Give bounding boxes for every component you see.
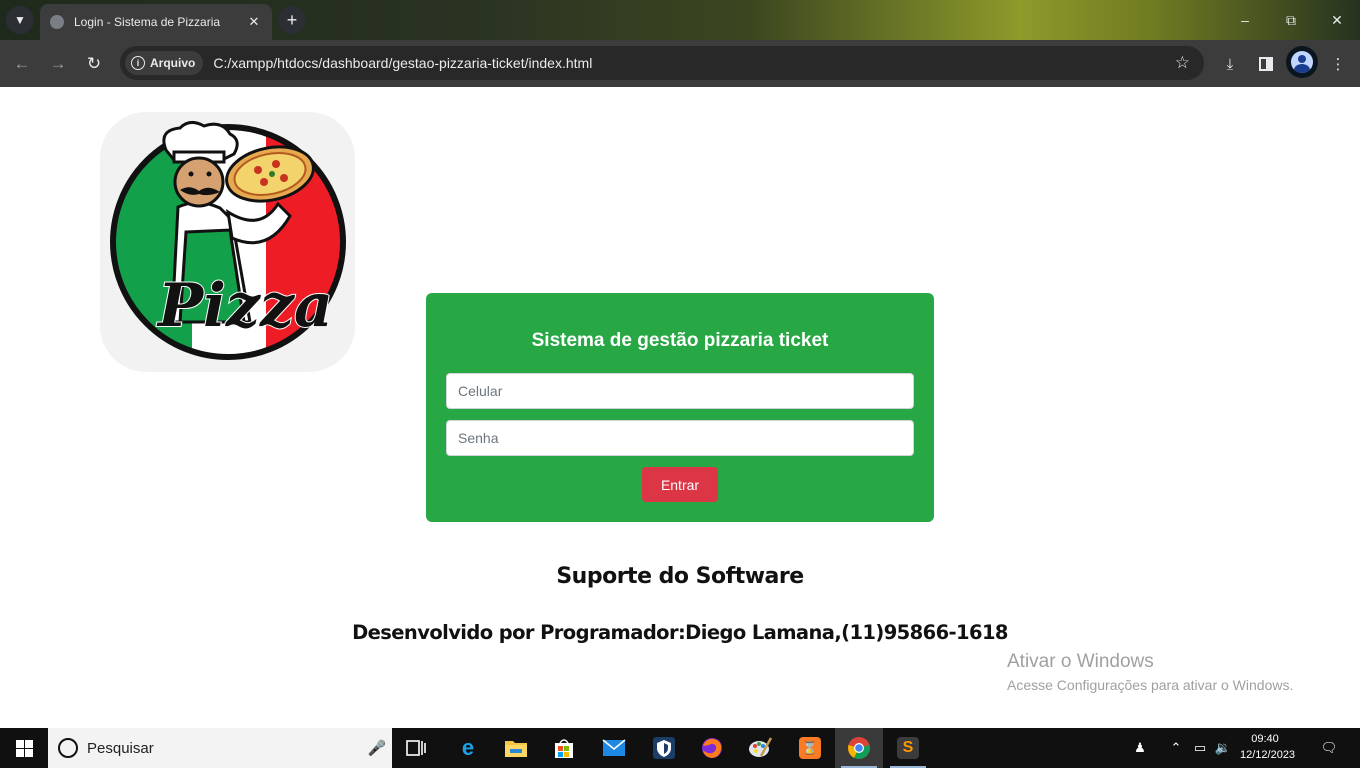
volume-icon[interactable]: 🔉 <box>1212 728 1234 768</box>
site-info-chip[interactable]: i Arquivo <box>125 51 204 75</box>
taskbar-app-sublime[interactable]: S <box>884 728 932 768</box>
network-icon[interactable]: ▭ <box>1190 728 1210 768</box>
password-input[interactable] <box>446 420 914 456</box>
taskbar-app-edge[interactable]: e <box>444 728 492 768</box>
folder-icon <box>505 741 527 757</box>
close-window-icon[interactable]: ✕ <box>1314 0 1360 40</box>
taskbar-app-xampp[interactable]: ⌛ <box>786 728 834 768</box>
star-icon[interactable]: ☆ <box>1175 53 1190 73</box>
globe-icon <box>50 15 64 29</box>
taskbar-app-chrome[interactable] <box>835 728 883 768</box>
browser-toolbar: ← → ↻ i Arquivo C:/xampp/htdocs/dashboar… <box>0 40 1360 87</box>
taskbar-app-store[interactable] <box>540 728 588 768</box>
shield-icon <box>653 737 675 759</box>
chevron-up-icon[interactable]: ⌃ <box>1166 728 1186 768</box>
taskbar: Pesquisar 🎤 e ⌛ S ♟ ⌃ ▭ 🔉 09:40 12/12/20… <box>0 728 1360 768</box>
windows-logo-icon <box>15 739 33 757</box>
clock-time: 09:40 <box>1251 733 1279 745</box>
download-icon[interactable]: ⤓ <box>1216 50 1244 78</box>
pizza-logo: Pizza <box>100 112 355 372</box>
sublime-text-icon: S <box>897 737 919 759</box>
store-icon <box>555 739 573 758</box>
window-controls: – ⧉ ✕ <box>1222 0 1360 40</box>
firefox-icon <box>702 738 722 758</box>
taskbar-app-paint[interactable] <box>736 728 784 768</box>
browser-titlebar: ▼ Login - Sistema de Pizzaria ✕ + – ⧉ ✕ <box>0 0 1360 40</box>
address-bar[interactable]: i Arquivo C:/xampp/htdocs/dashboard/gest… <box>120 46 1204 80</box>
back-arrow-icon[interactable]: ← <box>8 50 36 78</box>
activation-watermark-title: Ativar o Windows <box>1007 651 1154 672</box>
paint-palette-icon <box>749 737 772 757</box>
chrome-icon <box>848 737 870 759</box>
side-panel-icon[interactable] <box>1252 50 1280 78</box>
taskbar-search[interactable]: Pesquisar 🎤 <box>48 728 392 768</box>
site-info-label: Arquivo <box>150 56 196 70</box>
notification-icon[interactable]: 🗨 <box>1314 728 1344 768</box>
forward-arrow-icon[interactable]: → <box>44 50 72 78</box>
close-icon[interactable]: ✕ <box>246 14 262 30</box>
login-title: Sistema de gestão pizzaria ticket <box>531 330 829 351</box>
mail-icon <box>602 739 626 756</box>
phone-input[interactable] <box>446 373 914 409</box>
people-icon[interactable]: ♟ <box>1128 728 1152 768</box>
reload-icon[interactable]: ↻ <box>80 50 108 78</box>
support-title: Suporte do Software <box>556 564 804 589</box>
support-developer: Desenvolvido por Programador:Diego Laman… <box>352 621 1008 644</box>
browser-tab[interactable]: Login - Sistema de Pizzaria ✕ <box>40 4 272 40</box>
microphone-icon[interactable]: 🎤 <box>362 739 392 757</box>
taskbar-app-mail[interactable] <box>590 728 638 768</box>
info-icon: i <box>131 56 145 70</box>
taskbar-app-explorer[interactable] <box>492 728 540 768</box>
plus-icon: + <box>286 9 298 30</box>
profile-avatar[interactable] <box>1286 46 1318 78</box>
tab-search-button[interactable]: ▼ <box>6 6 34 34</box>
login-card: Sistema de gestão pizzaria ticket Entrar <box>426 293 934 522</box>
taskbar-app-firefox[interactable] <box>688 728 736 768</box>
chevron-down-icon: ▼ <box>14 13 26 27</box>
login-button[interactable]: Entrar <box>642 467 718 502</box>
minimize-icon[interactable]: – <box>1222 0 1268 40</box>
clock-date: 12/12/2023 <box>1240 749 1296 761</box>
new-tab-button[interactable]: + <box>278 6 306 34</box>
activation-watermark-subtitle: Acesse Configurações para ativar o Windo… <box>1007 677 1294 693</box>
xampp-icon: ⌛ <box>799 737 821 759</box>
taskbar-clock[interactable]: 09:40 12/12/2023 <box>1240 731 1296 763</box>
logo-text: Pizza <box>156 271 333 341</box>
edge-icon: e <box>461 735 475 760</box>
cortana-icon <box>58 738 78 758</box>
kebab-menu-icon[interactable]: ⋮ <box>1324 50 1352 78</box>
tab-title: Login - Sistema de Pizzaria <box>74 15 221 29</box>
task-view-button[interactable] <box>392 728 440 768</box>
task-view-icon <box>406 740 426 756</box>
url-text[interactable]: C:/xampp/htdocs/dashboard/gestao-pizzari… <box>213 55 1174 71</box>
restore-icon[interactable]: ⧉ <box>1268 0 1314 40</box>
taskbar-app-security[interactable] <box>640 728 688 768</box>
search-placeholder: Pesquisar <box>87 739 154 757</box>
start-button[interactable] <box>0 728 48 768</box>
